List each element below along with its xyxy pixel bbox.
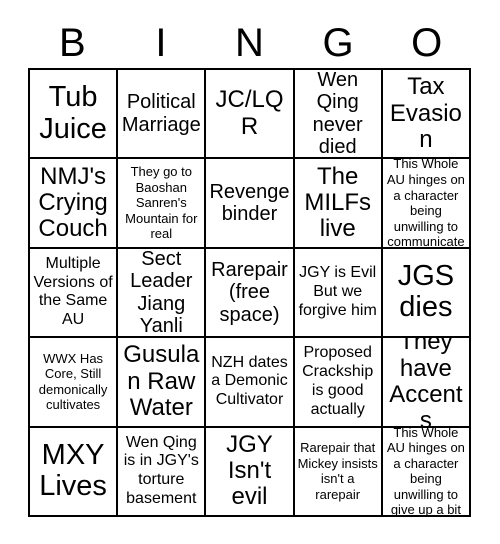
bingo-cell-label: NZH dates a Demonic Cultivator — [211, 353, 288, 409]
bingo-cell-label: This Whole AU hinges on a character bein… — [386, 427, 465, 517]
bingo-cell-label: Proposed Crackship is good actually — [302, 344, 374, 418]
bingo-cell[interactable]: Wen Qing never died — [294, 70, 383, 160]
bingo-cell-free-space[interactable]: Rarepair (free space) — [206, 248, 295, 339]
bingo-cell[interactable]: Sect Leader Jiang Yanli — [118, 248, 207, 339]
bingo-cell[interactable]: Multiple Versions of the Same AU — [30, 248, 119, 339]
bingo-header-letter-b: B — [58, 21, 86, 65]
bingo-cell-label: Revenge binder — [209, 180, 290, 226]
bingo-cell[interactable]: JGS dies — [382, 248, 471, 339]
bingo-cell[interactable]: JC/LQR — [206, 70, 295, 160]
bingo-cell[interactable]: JGY is Evil But we forgive him — [294, 248, 383, 339]
bingo-cell[interactable]: Proposed Crackship is good actually — [294, 338, 383, 428]
bingo-cell-label: Political Marriage — [121, 91, 201, 136]
bingo-cell[interactable]: JGY Isn't evil — [206, 427, 295, 517]
bingo-cell-label: Gusulan Raw Water — [123, 341, 200, 422]
bingo-cell-label: Rarepair (free space) — [211, 258, 288, 326]
bingo-cell[interactable]: They go to Baoshan Sanren's Mountain for… — [118, 159, 207, 249]
bingo-cell-label: Tax Evasion — [389, 73, 462, 153]
bingo-cell[interactable]: MXY Lives — [30, 427, 119, 517]
bingo-cell-label: Multiple Versions of the Same AU — [33, 254, 113, 329]
bingo-cell-label: The MILFs live — [304, 162, 372, 243]
bingo-cell-label: JGY Isn't evil — [226, 430, 273, 511]
bingo-cell-label: They go to Baoshan Sanren's Mountain for… — [125, 164, 198, 242]
bingo-cell-label: JC/LQR — [215, 86, 284, 140]
bingo-cell-label: Sect Leader Jiang Yanli — [130, 248, 193, 337]
bingo-cell-label: MXY Lives — [39, 438, 107, 503]
bingo-cell-label: JGS dies — [397, 260, 455, 324]
bingo-cell[interactable]: Revenge binder — [206, 159, 295, 249]
bingo-cell[interactable]: Political Marriage — [118, 70, 207, 160]
bingo-cell[interactable]: Wen Qing is in JGY's torture basement — [118, 427, 207, 517]
bingo-cell-label: This Whole AU hinges on a character bein… — [386, 159, 465, 249]
bingo-header-letter-o: O — [411, 21, 443, 65]
bingo-cell[interactable]: This Whole AU hinges on a character bein… — [382, 427, 471, 517]
bingo-cell-label: They have Accents — [389, 338, 463, 428]
bingo-card: B I N G O Tub Juice Political Marriage JC/LQR W… — [0, 0, 500, 544]
bingo-cell-label: WWX Has Core, Still demonically cultivat… — [38, 350, 108, 413]
bingo-cell[interactable]: This Whole AU hinges on a character bein… — [382, 159, 471, 249]
bingo-cell-label: NMJ's Crying Couch — [38, 162, 108, 243]
bingo-cell-label: Rarepair that Mickey insists isn't a rar… — [297, 440, 378, 502]
bingo-header-letter-i: I — [155, 21, 167, 65]
bingo-cell-label: Tub Juice — [39, 81, 107, 145]
bingo-header-letter-g: G — [322, 21, 354, 65]
bingo-cell[interactable]: Tub Juice — [30, 70, 119, 160]
bingo-grid: Tub Juice Political Marriage JC/LQR Wen Qin… — [28, 68, 471, 517]
bingo-cell-label: JGY is Evil But we forgive him — [298, 264, 377, 319]
bingo-cell[interactable]: The MILFs live — [294, 159, 383, 249]
bingo-cell-label: Wen Qing is in JGY's torture basement — [123, 433, 199, 508]
bingo-cell[interactable]: Rarepair that Mickey insists isn't a rar… — [294, 427, 383, 517]
bingo-cell[interactable]: Tax Evasion — [382, 70, 471, 160]
bingo-header-letter-n: N — [235, 21, 264, 65]
bingo-cell-label: Wen Qing never died — [312, 70, 363, 159]
bingo-cell[interactable]: Gusulan Raw Water — [118, 338, 207, 428]
bingo-cell[interactable]: NZH dates a Demonic Cultivator — [206, 338, 295, 428]
bingo-cell[interactable]: WWX Has Core, Still demonically cultivat… — [30, 338, 119, 428]
bingo-cell[interactable]: They have Accents — [382, 338, 471, 428]
bingo-cell[interactable]: NMJ's Crying Couch — [30, 159, 119, 249]
bingo-header: BINGO — [28, 18, 471, 68]
